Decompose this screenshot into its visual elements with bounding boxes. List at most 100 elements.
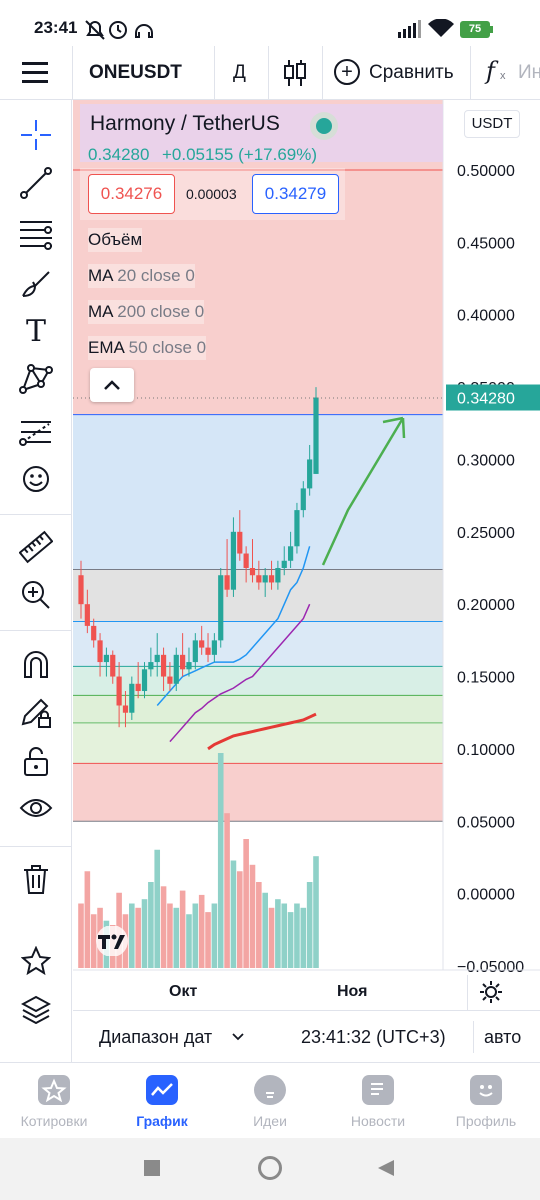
back-icon[interactable] bbox=[376, 1158, 396, 1178]
brush-tool[interactable] bbox=[12, 262, 60, 304]
candles-icon[interactable] bbox=[282, 58, 308, 88]
last-price: 0.34280 bbox=[88, 145, 150, 164]
time-axis[interactable]: Окт Ноя bbox=[73, 975, 540, 1010]
symbol-button[interactable]: ONEUSDT bbox=[89, 62, 182, 84]
signal-icon bbox=[398, 20, 421, 38]
lock-tool[interactable] bbox=[12, 740, 60, 782]
volume-bar bbox=[78, 903, 84, 968]
crosshair-icon bbox=[21, 120, 51, 150]
interval-button[interactable]: Д bbox=[233, 62, 246, 84]
fib-zone bbox=[73, 695, 443, 723]
volume-bar bbox=[268, 907, 275, 968]
candle-body bbox=[211, 640, 217, 655]
volume-bar bbox=[256, 882, 262, 968]
date-range-button[interactable]: Диапазон дат bbox=[99, 1027, 212, 1048]
volume-bar bbox=[141, 899, 148, 968]
emoji-tool[interactable] bbox=[12, 458, 60, 500]
forecast-tool[interactable] bbox=[12, 410, 60, 452]
price-tick-label: 0.45000 bbox=[457, 235, 515, 252]
candle-body bbox=[256, 575, 262, 583]
pattern-icon bbox=[19, 364, 53, 394]
indicator-name: MA bbox=[88, 266, 113, 285]
delete-tool[interactable] bbox=[12, 858, 60, 900]
volume-bar bbox=[135, 907, 141, 968]
volume-bar bbox=[294, 903, 300, 968]
sell-button[interactable]: 0.34276 bbox=[88, 174, 175, 214]
nav-label: Идеи bbox=[253, 1113, 287, 1129]
nav-profile[interactable]: Профиль bbox=[432, 1063, 540, 1139]
nav-chart[interactable]: График bbox=[108, 1063, 216, 1139]
fib-tool[interactable] bbox=[12, 212, 60, 254]
battery-level: 75 bbox=[468, 23, 482, 35]
clock-timezone[interactable]: 23:41:32 (UTC+3) bbox=[301, 1027, 446, 1048]
price-tick-label: 0.30000 bbox=[457, 452, 515, 469]
candle-body bbox=[173, 654, 179, 684]
auto-scale-button[interactable]: авто bbox=[484, 1027, 521, 1048]
candle-body bbox=[180, 654, 186, 670]
volume-bar bbox=[167, 903, 173, 968]
chevron-up-icon bbox=[104, 380, 120, 390]
unlock-icon bbox=[24, 747, 48, 776]
indicators-icon[interactable]: f bbox=[486, 57, 495, 85]
volume-bar bbox=[236, 871, 243, 968]
candle-body bbox=[313, 397, 319, 474]
visibility-tool[interactable] bbox=[12, 788, 60, 830]
indicator-legend-ema50[interactable]: EMA 50 close 0 bbox=[88, 336, 207, 360]
pattern-tool[interactable] bbox=[12, 358, 60, 400]
volume-bar bbox=[205, 912, 211, 968]
object-tree-tool[interactable] bbox=[12, 988, 60, 1030]
indicator-legend-ma200[interactable]: MA 200 close 0 bbox=[88, 300, 205, 324]
volume-bar bbox=[186, 914, 192, 968]
volume-bar bbox=[300, 907, 307, 968]
compare-button[interactable]: Сравнить bbox=[369, 62, 454, 84]
candle-body bbox=[129, 683, 135, 713]
home-icon[interactable] bbox=[258, 1156, 282, 1180]
indicator-legend-ma20[interactable]: MA 20 close 0 bbox=[88, 264, 195, 288]
forecast-icon bbox=[19, 421, 51, 446]
news-icon bbox=[362, 1075, 394, 1105]
volume-bar bbox=[249, 864, 256, 968]
favorites-tool[interactable] bbox=[12, 940, 60, 982]
ruler-tool[interactable] bbox=[12, 526, 60, 568]
crosshair-tool[interactable] bbox=[12, 114, 60, 156]
currency-button[interactable]: USDT bbox=[464, 110, 520, 138]
nav-quotes[interactable]: Котировки bbox=[0, 1063, 108, 1139]
volume-bar bbox=[230, 860, 237, 968]
nav-news[interactable]: Новости bbox=[324, 1063, 432, 1139]
price-chart[interactable]: 0.500000.450000.400000.350000.300000.250… bbox=[73, 100, 540, 975]
stay-drawing-tool[interactable] bbox=[12, 692, 60, 734]
recent-apps-icon[interactable] bbox=[144, 1160, 160, 1176]
volume-bar bbox=[287, 912, 294, 968]
nav-ideas[interactable]: Идеи bbox=[216, 1063, 324, 1139]
volume-bar bbox=[198, 894, 205, 968]
buy-button[interactable]: 0.34279 bbox=[252, 174, 339, 214]
last-price-label: 0.34280 bbox=[457, 391, 515, 408]
volume-bar bbox=[275, 899, 281, 968]
symbol-title[interactable]: Harmony / TetherUS bbox=[90, 112, 280, 136]
trendline-tool[interactable] bbox=[12, 162, 60, 204]
layers-icon bbox=[21, 995, 51, 1024]
market-open-icon[interactable] bbox=[316, 118, 332, 134]
settings-sun-icon[interactable] bbox=[479, 980, 503, 1004]
volume-legend[interactable]: Объём bbox=[88, 228, 143, 252]
candle-body bbox=[78, 575, 84, 605]
nav-label: Профиль bbox=[455, 1113, 517, 1129]
candle-body bbox=[218, 575, 224, 641]
candle-body bbox=[110, 654, 116, 677]
candle-body bbox=[160, 654, 167, 677]
candle-body bbox=[192, 640, 198, 663]
indicator-name: MA bbox=[88, 302, 113, 321]
candle-body bbox=[199, 640, 205, 648]
text-tool[interactable]: T bbox=[12, 310, 60, 352]
candle-body bbox=[97, 640, 103, 663]
candle-body bbox=[186, 662, 192, 670]
indicators-button[interactable]: Ин bbox=[518, 62, 540, 84]
price-tick-label: 0.00000 bbox=[457, 887, 515, 904]
volume-bar bbox=[281, 903, 288, 968]
magnet-tool[interactable] bbox=[12, 644, 60, 686]
collapse-legend-button[interactable] bbox=[90, 368, 134, 402]
zoom-tool[interactable] bbox=[12, 574, 60, 616]
menu-icon[interactable] bbox=[22, 62, 48, 84]
candle-body bbox=[268, 575, 275, 583]
smiley-icon bbox=[23, 466, 49, 492]
